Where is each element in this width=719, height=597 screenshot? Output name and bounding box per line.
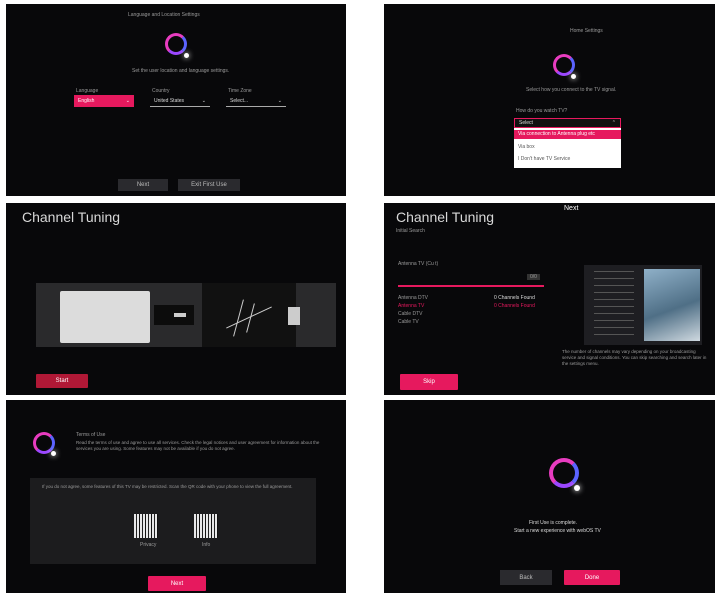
qr-code-icon bbox=[134, 514, 158, 538]
setup-complete-screen: First Use is complete. Start a new exper… bbox=[384, 400, 715, 593]
webos-logo-icon bbox=[549, 458, 579, 488]
chevron-up-icon: ⌃ bbox=[611, 120, 616, 126]
country-value: United States bbox=[154, 97, 185, 104]
tv-box-icon bbox=[60, 291, 150, 343]
cable-icon bbox=[154, 305, 194, 325]
next-button[interactable]: Next bbox=[118, 179, 168, 191]
tuning-row: Cable DTV bbox=[398, 311, 423, 317]
page-title: Channel Tuning bbox=[396, 209, 495, 225]
timezone-label: Time Zone bbox=[228, 88, 252, 94]
logo-dot-icon bbox=[571, 74, 576, 79]
home-settings-screen: Home Settings Select how you connect to … bbox=[384, 4, 715, 196]
search-status: Antenna TV (Cu t) bbox=[398, 261, 439, 267]
start-button[interactable]: Start bbox=[36, 374, 88, 388]
next-button[interactable]: Next bbox=[148, 576, 206, 591]
complete-subtext: Start a new experience with webOS TV bbox=[514, 528, 601, 534]
qr-caption: Info bbox=[202, 542, 211, 548]
language-label: Language bbox=[76, 88, 99, 94]
back-button[interactable]: Back bbox=[500, 570, 552, 585]
tv-source-select[interactable]: Select ⌃ bbox=[514, 118, 621, 128]
country-label: Country bbox=[152, 88, 170, 94]
preview-image bbox=[644, 269, 700, 341]
tuning-row: Antenna TV bbox=[398, 303, 425, 309]
antenna-icon bbox=[202, 283, 296, 347]
skip-button[interactable]: Skip bbox=[400, 374, 458, 390]
language-value: English bbox=[78, 98, 95, 104]
done-button[interactable]: Done bbox=[564, 570, 620, 585]
chevron-down-icon: ⌄ bbox=[277, 97, 282, 104]
connection-illustration bbox=[36, 283, 336, 347]
select-value: Select bbox=[519, 120, 533, 126]
chevron-down-icon: ⌄ bbox=[201, 97, 206, 104]
qr-code-icon bbox=[194, 514, 218, 538]
screen-heading: Home Settings bbox=[570, 28, 603, 34]
webos-logo-icon bbox=[165, 33, 187, 55]
qr-caption: Privacy bbox=[140, 542, 157, 548]
subtitle: Select how you connect to the TV signal. bbox=[526, 87, 617, 93]
logo-dot-icon bbox=[51, 451, 56, 456]
dropdown-option[interactable]: Via box bbox=[518, 144, 535, 150]
dropdown-option[interactable]: I Don't have TV Service bbox=[518, 156, 570, 162]
logo-dot-icon bbox=[574, 485, 580, 491]
terms-heading: Terms of Use bbox=[76, 432, 106, 438]
wall-socket-icon bbox=[288, 307, 300, 325]
country-select[interactable]: United States ⌄ bbox=[150, 95, 210, 107]
language-select[interactable]: English ⌄ bbox=[74, 95, 134, 107]
webos-logo-icon bbox=[553, 54, 575, 76]
logo-dot-icon bbox=[184, 53, 189, 58]
page-subtitle: Initial Search bbox=[396, 228, 425, 234]
qr-box-text: If you do not agree, some features of th… bbox=[42, 484, 293, 489]
screen-heading: Language and Location Settings bbox=[128, 12, 200, 18]
dropdown-option[interactable]: Via connection to Antenna plug etc bbox=[514, 130, 621, 139]
page-title: Channel Tuning bbox=[22, 209, 121, 225]
tuning-row: Cable TV bbox=[398, 319, 419, 325]
timezone-value: Select... bbox=[230, 97, 249, 104]
count-badge: 0/0 bbox=[527, 274, 540, 280]
dropdown-menu: Via connection to Antenna plug etc Via b… bbox=[514, 128, 621, 168]
exit-first-use-button[interactable]: Exit First Use bbox=[178, 179, 240, 191]
complete-message: First Use is complete. bbox=[529, 520, 578, 526]
tuning-note: The number of channels may vary dependin… bbox=[562, 349, 707, 366]
language-setup-screen: Language and Location Settings Set the u… bbox=[6, 4, 346, 196]
channels-found: 0 Channels Found bbox=[494, 303, 535, 309]
next-overlay-label: Next bbox=[564, 205, 579, 212]
channel-tuning-progress-screen: Channel Tuning Initial Search Next Anten… bbox=[384, 203, 715, 395]
question-label: How do you watch TV? bbox=[516, 108, 568, 114]
channels-found: 0 Channels Found bbox=[494, 295, 535, 301]
qr-info-box: If you do not agree, some features of th… bbox=[30, 478, 316, 564]
terms-body: Read the terms of use and agree to use a… bbox=[76, 440, 320, 451]
channel-list-image bbox=[594, 271, 634, 341]
preview-illustration bbox=[584, 265, 702, 345]
channel-tuning-intro-screen: Channel Tuning Start bbox=[6, 203, 346, 395]
timezone-select[interactable]: Select... ⌄ bbox=[226, 95, 286, 107]
subtitle: Set the user location and language setti… bbox=[132, 68, 230, 74]
terms-of-use-screen: Terms of Use Read the terms of use and a… bbox=[6, 400, 346, 593]
chevron-down-icon: ⌄ bbox=[125, 98, 130, 104]
progress-bar bbox=[398, 285, 544, 287]
tuning-row: Antenna DTV bbox=[398, 295, 429, 301]
